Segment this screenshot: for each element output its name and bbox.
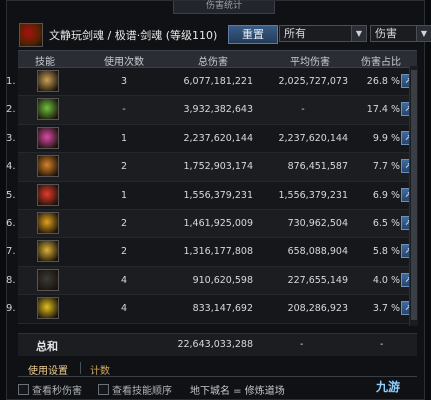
row-rank: 4. <box>6 161 16 173</box>
dungeon-location: 地下城名 = 修炼道场 <box>190 386 285 397</box>
row-uses: 2 <box>120 246 128 258</box>
chevron-down-icon: ▼ <box>351 26 366 41</box>
row-total-damage: 6,077,181,221 <box>183 76 253 87</box>
skill-icon <box>37 240 59 263</box>
check-dps-label: 查看秒伤害 <box>32 386 82 397</box>
row-avg-damage: 2,237,620,144 <box>278 132 348 144</box>
skill-icon <box>37 155 59 178</box>
row-rank: 6. <box>6 217 16 229</box>
skill-icon <box>37 211 59 234</box>
character-name: 文静玩剑魂 / 极谱·剑魂 (等级110) <box>49 29 218 42</box>
row-damage-pct: 26.8 % <box>366 76 400 87</box>
skill-icon <box>37 183 59 206</box>
column-pct[interactable]: 伤害占比 <box>353 53 409 68</box>
total-avg: - <box>300 339 304 350</box>
total-label: 总和 <box>36 340 58 353</box>
check-dps-checkbox[interactable] <box>18 384 29 395</box>
skill-icon <box>37 268 59 291</box>
skill-icon <box>37 70 59 92</box>
column-skill[interactable]: 技能 <box>30 53 60 68</box>
tab-settings[interactable]: 使用设置 <box>28 362 68 377</box>
bottom-tabs: 使用设置 计数 <box>18 360 417 377</box>
row-damage-pct: 4.0 % <box>372 274 400 286</box>
filter-damage-value: 伤害 <box>375 27 397 40</box>
row-uses: 4 <box>120 303 128 315</box>
table-row: 9. 4 833,147,692 208,286,923 3.7 % ↗ <box>6 295 417 324</box>
window-title: 伤害统计 <box>173 1 275 14</box>
row-avg-damage: 876,451,587 <box>287 161 348 173</box>
row-damage-pct: 6.9 % <box>372 189 400 201</box>
row-damage-pct: 17.4 % <box>366 104 400 116</box>
table-row: 1. 3 6,077,181,221 2,025,727,073 26.8 % ↗ <box>6 68 417 97</box>
scrollbar[interactable] <box>409 66 418 326</box>
row-rank: 5. <box>6 189 16 201</box>
header: 文静玩剑魂 / 极谱·剑魂 (等级110) 重置 所有 ▼ 伤害 ▼ <box>15 21 431 47</box>
check-order-label: 查看技能顺序 <box>112 386 172 397</box>
row-total-damage: 1,316,177,808 <box>183 246 253 258</box>
total-damage: 22,643,033,288 <box>177 339 253 350</box>
skill-icon <box>37 126 59 149</box>
table-row: 2. -3,932,382,643-17.4 % ↗ <box>6 96 417 125</box>
row-damage-pct: 7.7 % <box>372 161 400 173</box>
skill-table: 1. 3 6,077,181,221 2,025,727,073 26.8 % ↗ 2. -3… <box>6 68 417 324</box>
row-uses: - <box>122 104 126 116</box>
row-total-damage: 3,932,382,643 <box>183 104 253 116</box>
row-damage-pct: 3.7 % <box>372 303 400 315</box>
row-uses: 2 <box>120 217 128 229</box>
row-rank: 7. <box>6 246 16 258</box>
row-total-damage: 910,620,598 <box>192 274 253 286</box>
row-total-damage: 833,147,692 <box>192 303 253 315</box>
row-rank: 1. <box>6 76 16 87</box>
row-total-damage: 1,556,379,231 <box>183 189 253 201</box>
row-avg-damage: 227,655,149 <box>287 274 348 286</box>
table-row: 5. 1 1,556,379,231 1,556,379,231 6.9 % ↗ <box>6 181 417 210</box>
row-rank: 9. <box>6 303 16 315</box>
row-damage-pct: 6.5 % <box>372 217 400 229</box>
row-avg-damage: 658,088,904 <box>287 246 348 258</box>
column-total[interactable]: 总伤害 <box>183 53 243 68</box>
tab-count[interactable]: 计数 <box>90 362 110 377</box>
row-uses: 2 <box>120 161 128 173</box>
tab-divider <box>80 362 81 374</box>
row-rank: 3. <box>6 132 16 144</box>
row-rank: 8. <box>6 274 16 286</box>
row-total-damage: 2,237,620,144 <box>183 132 253 144</box>
column-uses[interactable]: 使用次数 <box>98 53 150 68</box>
filter-select-all[interactable]: 所有 ▼ <box>279 25 367 42</box>
total-pct: - <box>380 339 384 350</box>
row-avg-damage: 1,556,379,231 <box>278 189 348 201</box>
total-row: 总和 22,643,033,288 - - <box>18 333 417 356</box>
table-row: 6. 2 1,461,925,009 730,962,504 6.5 % ↗ <box>6 209 417 239</box>
row-total-damage: 1,752,903,174 <box>183 161 253 173</box>
chevron-down-icon: ▼ <box>416 26 431 41</box>
row-rank: 2. <box>6 104 16 116</box>
row-uses: 1 <box>120 189 128 201</box>
footer: 查看秒伤害 查看技能顺序 地下城名 = 修炼道场 <box>18 380 417 398</box>
row-avg-damage: - <box>301 104 305 116</box>
table-header: 技能 使用次数 总伤害 平均伤害 伤害占比 <box>18 50 417 68</box>
column-avg[interactable]: 平均伤害 <box>280 53 340 68</box>
check-order-checkbox[interactable] <box>98 384 109 395</box>
row-uses: 3 <box>120 76 128 87</box>
table-row: 7. 2 1,316,177,808 658,088,904 5.8 % ↗ <box>6 238 417 267</box>
reset-button[interactable]: 重置 <box>228 25 278 44</box>
watermark-logo: 九游 <box>376 380 401 394</box>
table-row: 3. 1 2,237,620,144 2,237,620,144 9.9 % ↗ <box>6 124 417 154</box>
row-damage-pct: 9.9 % <box>372 132 400 144</box>
skill-icon <box>37 297 59 320</box>
row-uses: 4 <box>120 274 128 286</box>
row-total-damage: 1,461,925,009 <box>183 217 253 229</box>
row-damage-pct: 5.8 % <box>372 246 400 258</box>
filter-select-damage[interactable]: 伤害 ▼ <box>370 25 431 42</box>
character-avatar <box>19 23 43 47</box>
filter-all-value: 所有 <box>284 27 306 40</box>
scrollbar-thumb[interactable] <box>411 70 417 320</box>
row-avg-damage: 2,025,727,073 <box>278 76 348 87</box>
table-row: 8. 4 910,620,598 227,655,149 4.0 % ↗ <box>6 266 417 296</box>
row-avg-damage: 208,286,923 <box>287 303 348 315</box>
skill-icon <box>37 98 59 121</box>
row-avg-damage: 730,962,504 <box>287 217 348 229</box>
row-uses: 1 <box>120 132 128 144</box>
table-row: 4. 2 1,752,903,174 876,451,587 7.7 % ↗ <box>6 153 417 182</box>
